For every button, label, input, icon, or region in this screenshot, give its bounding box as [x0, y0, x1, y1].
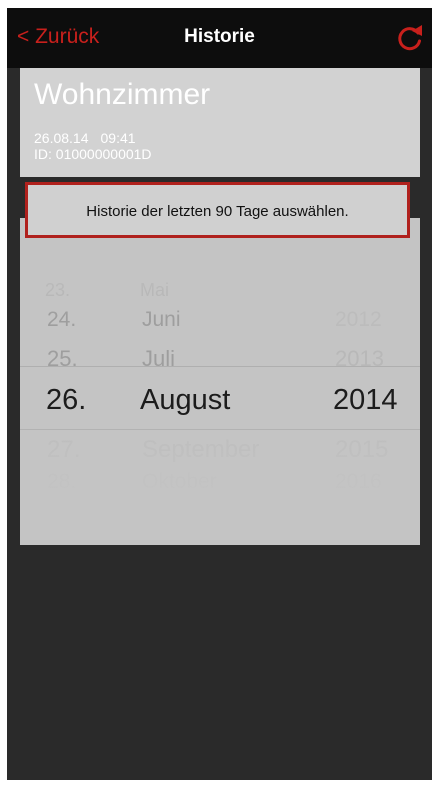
picker-row[interactable]: 29. November 2017 [20, 499, 420, 519]
picker-day: 26. [46, 384, 87, 416]
picker-day: 24. [47, 308, 77, 331]
history-hint-box: Historie der letzten 90 Tage auswählen. [25, 182, 410, 238]
picker-year: 2016 [335, 470, 382, 493]
picker-day: 29. [47, 499, 71, 518]
device-name: Wohnzimmer [34, 78, 211, 111]
date-picker[interactable]: 23. Mai 24. Juni 2012 25. Juli 2013 26. … [20, 218, 420, 545]
phone-screen: < Zurück Historie Wohnzimmer 26.08.14 09:… [7, 8, 432, 780]
device-info-card: Wohnzimmer 26.08.14 09:41 ID: 01000000001… [20, 68, 420, 177]
picker-month: August [140, 384, 231, 416]
picker-row[interactable]: 24. Juni 2012 [20, 308, 420, 334]
picker-year: 2015 [335, 436, 389, 463]
device-id: ID: 01000000001D [34, 146, 152, 162]
picker-day: 23. [45, 280, 71, 300]
navigation-bar: < Zurück Historie [7, 8, 432, 68]
picker-day: 27. [47, 436, 81, 463]
picker-month: Juni [142, 308, 181, 331]
picker-row-selected[interactable]: 26. August 2014 [20, 366, 420, 430]
picker-year: 2012 [335, 308, 382, 331]
device-meta: 26.08.14 09:41 ID: 01000000001D [34, 130, 152, 162]
device-time: 09:41 [100, 130, 136, 146]
picker-year: 2014 [333, 384, 398, 416]
picker-month: November [142, 499, 221, 518]
picker-day: 28. [47, 470, 77, 493]
picker-row[interactable]: 28. Oktober 2016 [20, 470, 420, 494]
page-title: Historie [184, 26, 255, 47]
device-date: 26.08.14 [34, 130, 89, 146]
picker-row[interactable]: 27. September 2015 [20, 436, 420, 464]
picker-year: 2017 [335, 499, 373, 518]
picker-row[interactable]: 23. Mai [20, 280, 420, 302]
picker-month: Mai [140, 280, 170, 300]
history-hint-text: Historie der letzten 90 Tage auswählen. [86, 203, 349, 220]
picker-month: Oktober [142, 470, 217, 493]
refresh-icon[interactable] [396, 22, 424, 52]
picker-month: September [142, 436, 260, 463]
